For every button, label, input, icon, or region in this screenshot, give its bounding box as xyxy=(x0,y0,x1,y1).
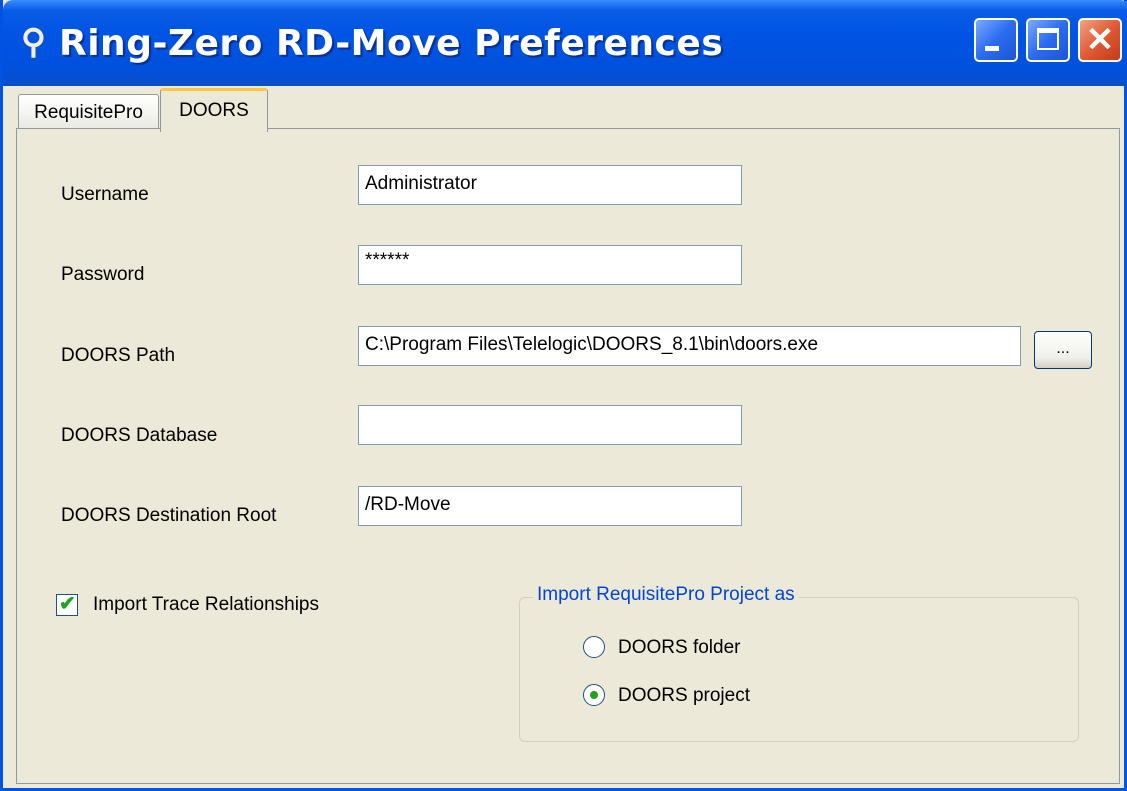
maximize-icon xyxy=(1037,28,1059,50)
window-title: Ring-Zero RD-Move Preferences xyxy=(59,23,724,64)
import-trace-checkbox[interactable]: ✔ xyxy=(56,593,78,616)
password-field[interactable]: ****** xyxy=(358,245,742,285)
tab-doors[interactable]: DOORS xyxy=(160,88,268,132)
tab-requisitepro[interactable]: RequisitePro xyxy=(18,94,159,130)
doors-destination-root-label: DOORS Destination Root xyxy=(61,505,277,526)
doors-path-label: DOORS Path xyxy=(61,345,176,366)
close-button[interactable]: ✕ xyxy=(1078,18,1122,62)
maximize-button[interactable] xyxy=(1026,18,1070,62)
password-label: Password xyxy=(61,264,145,285)
doors-folder-label[interactable]: DOORS folder xyxy=(618,637,740,659)
username-field[interactable]: Administrator xyxy=(358,165,742,205)
doors-path-field[interactable]: C:\Program Files\Telelogic\DOORS_8.1\bin… xyxy=(358,326,1021,366)
doors-project-radio[interactable] xyxy=(583,684,605,706)
import-as-groupbox xyxy=(519,597,1079,742)
checkmark-icon: ✔ xyxy=(59,593,76,615)
doors-folder-radio[interactable] xyxy=(583,636,605,658)
import-trace-label[interactable]: Import Trace Relationships xyxy=(93,594,319,616)
title-bar[interactable]: ⚲ Ring-Zero RD-Move Preferences ✕ xyxy=(3,0,1127,86)
username-label: Username xyxy=(61,184,149,205)
radio-selected-dot xyxy=(590,691,598,699)
import-as-group-title: Import RequisitePro Project as xyxy=(533,584,799,606)
browse-button[interactable]: ... xyxy=(1034,331,1092,369)
doors-database-field[interactable] xyxy=(358,405,742,445)
minimize-icon xyxy=(985,46,999,51)
minimize-button[interactable] xyxy=(974,18,1018,62)
preferences-window: ⚲ Ring-Zero RD-Move Preferences ✕ Requis… xyxy=(0,0,1127,791)
close-icon: ✕ xyxy=(1085,21,1115,59)
wrench-icon: ⚲ xyxy=(21,23,46,61)
doors-project-label[interactable]: DOORS project xyxy=(618,685,750,707)
doors-destination-root-field[interactable]: /RD-Move xyxy=(358,486,742,526)
doors-database-label: DOORS Database xyxy=(61,425,218,446)
